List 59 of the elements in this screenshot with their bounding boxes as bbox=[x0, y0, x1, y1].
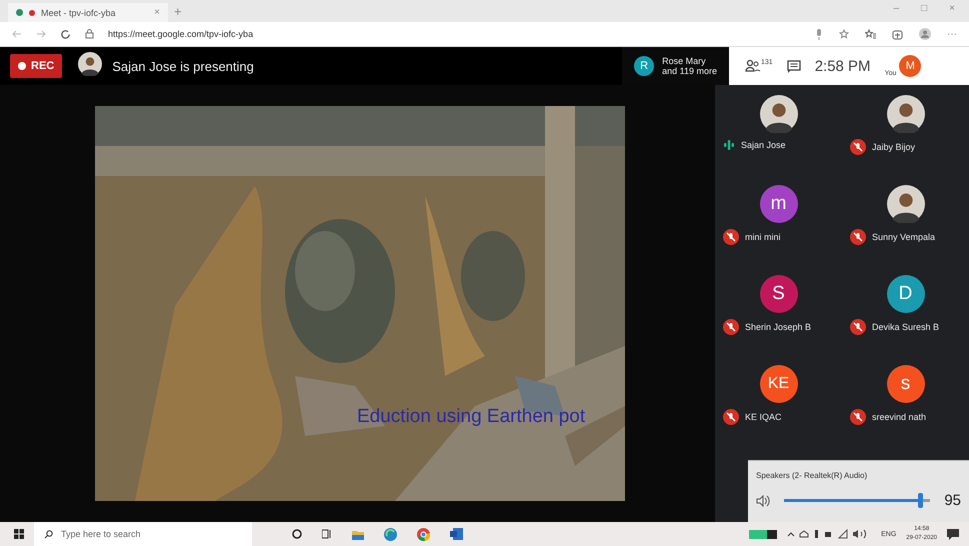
collections-icon[interactable] bbox=[892, 28, 903, 40]
participant-name: sreevind nath bbox=[872, 412, 926, 422]
participant-name: Jaiby Bijoy bbox=[872, 142, 916, 152]
presenter-label: Sajan Jose is presenting bbox=[112, 58, 254, 74]
participant-name: Rose Mary bbox=[662, 56, 707, 66]
person-photo-icon bbox=[78, 52, 102, 76]
participant-avatar: s bbox=[886, 365, 924, 403]
new-tab-button[interactable]: + bbox=[174, 4, 182, 18]
folder-icon[interactable] bbox=[352, 528, 364, 540]
participant-avatar: m bbox=[760, 185, 798, 223]
volume-reading: 95 bbox=[944, 492, 961, 509]
tab-title: Meet - tpv-iofc-yba bbox=[41, 8, 116, 18]
window-control-button[interactable]: □ bbox=[921, 3, 928, 14]
participant-count-label: and 119 more bbox=[662, 66, 717, 76]
edge-browser-icon[interactable] bbox=[384, 528, 397, 540]
participant-avatar: KE bbox=[760, 365, 798, 403]
chrome-browser-icon[interactable] bbox=[417, 528, 430, 540]
profile-icon[interactable] bbox=[919, 28, 931, 40]
recording-badge: REC bbox=[10, 54, 62, 78]
meet-icon bbox=[16, 9, 23, 16]
word-app-icon[interactable] bbox=[450, 528, 463, 540]
cortana-icon[interactable] bbox=[292, 529, 302, 539]
audio-device-label: Speakers (2- Realtek(R) Audio) bbox=[756, 471, 868, 480]
taskbar-search-field[interactable]: Type here to search bbox=[34, 522, 252, 546]
user-avatar[interactable]: M bbox=[899, 55, 922, 77]
participant-name: Sajan Jose bbox=[741, 140, 786, 150]
participant-name: mini mini bbox=[745, 232, 781, 242]
participant-name: Sherin Joseph B bbox=[745, 322, 812, 332]
meeting-time: 2:58 PM bbox=[814, 58, 871, 74]
refresh-icon[interactable] bbox=[60, 28, 71, 40]
participant-avatar: S bbox=[760, 275, 798, 313]
window-control-button[interactable]: – bbox=[894, 3, 900, 14]
participant-avatar: R bbox=[634, 56, 654, 76]
participant-name: Sunny Vempala bbox=[872, 232, 936, 242]
slide-caption: Eduction using Earthen pot bbox=[357, 406, 586, 428]
microphone-icon[interactable] bbox=[815, 28, 823, 40]
close-tab-button[interactable]: × bbox=[154, 7, 160, 18]
participant-name: KE IQAC bbox=[745, 412, 782, 422]
more-button[interactable]: ··· bbox=[947, 28, 957, 40]
person-photo-icon bbox=[760, 95, 798, 133]
browser-tab[interactable]: Meet - tpv-iofc-yba × bbox=[8, 3, 168, 22]
lock-icon bbox=[85, 29, 94, 39]
favorites-icon[interactable] bbox=[865, 29, 876, 39]
speaker-icon[interactable] bbox=[756, 494, 770, 506]
slider-thumb[interactable] bbox=[918, 493, 923, 508]
chat-icon[interactable] bbox=[786, 60, 801, 72]
task-view-icon[interactable] bbox=[322, 529, 332, 539]
person-photo-icon bbox=[886, 185, 924, 223]
notifications-icon[interactable] bbox=[947, 528, 959, 540]
participant-avatar: D bbox=[886, 275, 924, 313]
search-icon bbox=[44, 530, 53, 538]
windows-start-icon[interactable] bbox=[14, 529, 24, 539]
participant-name: Devika Suresh B bbox=[872, 322, 940, 332]
person-photo-icon bbox=[886, 95, 924, 133]
window-control-button[interactable]: × bbox=[949, 3, 955, 14]
url-field[interactable]: https://meet.google.com/tpv-iofc-yba bbox=[108, 29, 254, 39]
people-icon[interactable] bbox=[745, 59, 761, 73]
battery-icon bbox=[749, 530, 778, 538]
star-icon[interactable] bbox=[839, 29, 849, 39]
